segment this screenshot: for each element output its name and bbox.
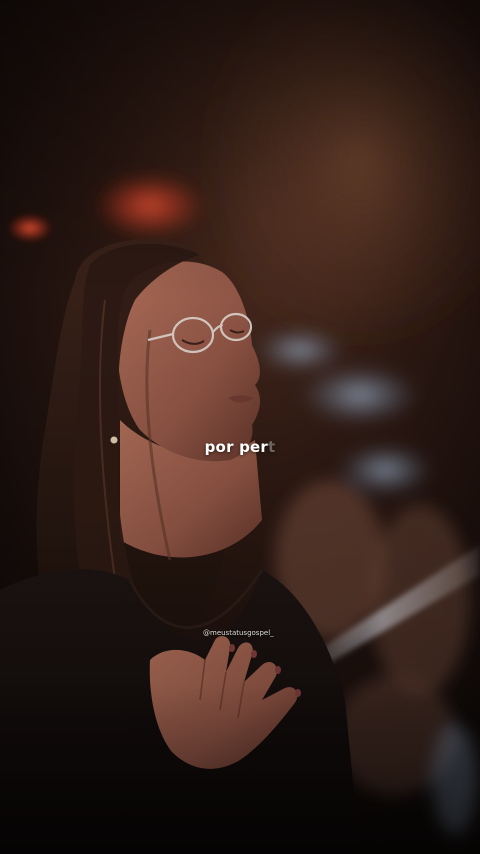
lyric-pending-text: t <box>268 438 276 456</box>
worship-photo <box>0 0 480 854</box>
video-frame[interactable]: por pert @meustatusgospel_ <box>0 0 480 854</box>
watermark-handle: @meustatusgospel_ <box>203 629 274 637</box>
lyric-caption: por pert <box>0 438 480 456</box>
lyric-typed-text: por per <box>204 438 268 456</box>
